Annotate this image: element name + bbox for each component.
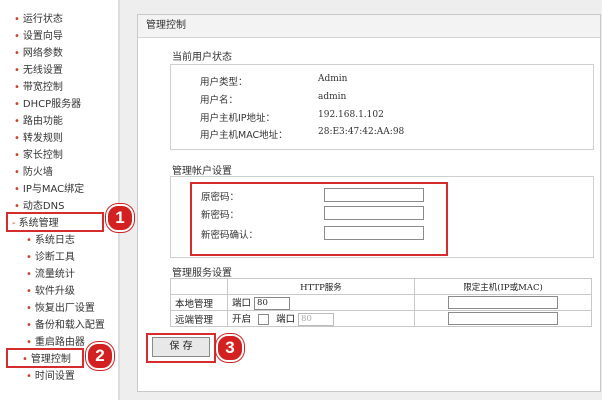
sidebar-item-label: 带宽控制 xyxy=(22,82,63,93)
remote-host-input[interactable] xyxy=(448,312,558,325)
sidebar-item-label: 路由功能 xyxy=(22,116,63,127)
sidebar-item-forwarding[interactable]: • 转发规则 xyxy=(14,131,63,147)
remote-http-cell: 开启 端口 80 xyxy=(227,310,415,327)
sidebar-item-network[interactable]: • 网络参数 xyxy=(14,46,63,62)
step-3-badge: 3 xyxy=(216,334,244,362)
bullet-icon: • xyxy=(14,133,20,144)
bullet-icon: • xyxy=(14,31,20,42)
bullet-icon: • xyxy=(14,116,20,127)
remote-port-input[interactable]: 80 xyxy=(298,313,335,326)
sidebar-item-label: 软件升级 xyxy=(34,286,75,297)
sidebar-subitem-time-settings[interactable]: • 时间设置 xyxy=(26,369,75,385)
user-status-title: 当前用户状态 xyxy=(172,52,232,63)
panel-title: 管理控制 xyxy=(138,15,600,38)
highlight-save-button xyxy=(146,333,216,363)
sidebar-item-dhcp[interactable]: • DHCP服务器 xyxy=(14,97,81,113)
sidebar-item-label: 设置向导 xyxy=(22,31,63,42)
bullet-icon: • xyxy=(26,286,32,297)
sidebar-item-routing[interactable]: • 路由功能 xyxy=(14,114,63,130)
sidebar-subitem-factory-reset[interactable]: • 恢复出厂设置 xyxy=(26,301,95,317)
bullet-icon: • xyxy=(26,320,32,331)
sidebar-subitem-diagnostics[interactable]: • 诊断工具 xyxy=(26,250,75,266)
bullet-icon: • xyxy=(14,14,20,25)
bullet-icon: • xyxy=(14,201,20,212)
bullet-icon: • xyxy=(26,303,32,314)
account-settings-title: 管理帐户设置 xyxy=(172,166,232,177)
table-header-restricted-host: 限定主机(IP或MAC) xyxy=(414,278,592,295)
remote-port-label: 端口 xyxy=(276,314,296,325)
user-mac-label: 用户主机MAC地址： xyxy=(200,130,288,141)
sidebar-item-parental[interactable]: • 家长控制 xyxy=(14,148,63,164)
sidebar-item-label: 动态DNS xyxy=(22,201,65,212)
remote-host-cell xyxy=(414,310,592,327)
service-settings-table: HTTP服务 限定主机(IP或MAC) 本地管理 端口 80 远端管理 开启 端… xyxy=(170,278,592,327)
bullet-icon: • xyxy=(26,371,32,382)
remote-enable-checkbox[interactable] xyxy=(258,314,270,325)
remote-management-label: 远端管理 xyxy=(170,310,228,327)
sidebar-item-label: 诊断工具 xyxy=(34,252,75,263)
sidebar-item-label: DHCP服务器 xyxy=(22,99,82,110)
user-mac-value: 28:E3:47:42:AA:98 xyxy=(318,127,405,137)
local-http-cell: 端口 80 xyxy=(227,294,415,311)
bullet-icon: • xyxy=(14,167,20,178)
user-ip-label: 用户主机IP地址： xyxy=(200,113,276,124)
sidebar-item-label: 时间设置 xyxy=(34,371,75,382)
sidebar-item-label: 防火墙 xyxy=(22,167,53,178)
service-settings-title: 管理服务设置 xyxy=(172,268,232,279)
sidebar-item-label: 运行状态 xyxy=(22,14,63,25)
user-ip-value: 192.168.1.102 xyxy=(318,110,384,120)
user-type-value: Admin xyxy=(318,74,348,84)
highlight-system-tools xyxy=(6,212,104,232)
step-1-badge: 1 xyxy=(106,204,134,232)
table-header-cell-empty xyxy=(170,278,228,295)
sidebar-item-ip-mac-binding[interactable]: • IP与MAC绑定 xyxy=(14,182,84,198)
highlight-management-control xyxy=(6,348,84,368)
sidebar-item-label: 转发规则 xyxy=(22,133,63,144)
sidebar-item-label: 无线设置 xyxy=(22,65,63,76)
local-port-label: 端口 xyxy=(232,298,252,309)
sidebar-item-label: 系统日志 xyxy=(34,235,75,246)
sidebar-item-bandwidth[interactable]: • 带宽控制 xyxy=(14,80,63,96)
bullet-icon: • xyxy=(26,337,32,348)
local-host-input[interactable] xyxy=(448,296,558,309)
user-name-label: 用户名： xyxy=(200,95,239,106)
bullet-icon: • xyxy=(26,235,32,246)
sidebar-subitem-system-log[interactable]: • 系统日志 xyxy=(26,233,75,249)
sidebar-item-label: 备份和载入配置 xyxy=(34,320,105,331)
table-row: 远端管理 开启 端口 80 xyxy=(170,310,592,327)
highlight-password-box xyxy=(190,182,448,256)
sidebar-item-label: IP与MAC绑定 xyxy=(22,184,85,195)
table-header-http: HTTP服务 xyxy=(227,278,415,295)
remote-enable-label: 开启 xyxy=(232,314,252,325)
sidebar-item-label: 恢复出厂设置 xyxy=(34,303,95,314)
sidebar-item-firewall[interactable]: • 防火墙 xyxy=(14,165,53,181)
sidebar-item-label: 网络参数 xyxy=(22,48,63,59)
table-row: 本地管理 端口 80 xyxy=(170,294,592,311)
bullet-icon: • xyxy=(14,184,20,195)
bullet-icon: • xyxy=(14,65,20,76)
sidebar-item-wireless[interactable]: • 无线设置 xyxy=(14,63,63,79)
local-host-cell xyxy=(414,294,592,311)
step-2-badge: 2 xyxy=(86,342,114,370)
sidebar-item-setup-wizard[interactable]: • 设置向导 xyxy=(14,29,63,45)
user-type-label: 用户类型： xyxy=(200,77,248,88)
sidebar-subitem-traffic-stats[interactable]: • 流量统计 xyxy=(26,267,75,283)
sidebar-item-label: 家长控制 xyxy=(22,150,63,161)
table-header-row: HTTP服务 限定主机(IP或MAC) xyxy=(170,278,592,295)
sidebar-item-status[interactable]: • 运行状态 xyxy=(14,12,63,28)
sidebar-item-label: 重启路由器 xyxy=(34,337,85,348)
user-name-value: admin xyxy=(318,92,347,102)
bullet-icon: • xyxy=(14,82,20,93)
sidebar-subitem-firmware-upgrade[interactable]: • 软件升级 xyxy=(26,284,75,300)
bullet-icon: • xyxy=(14,48,20,59)
bullet-icon: • xyxy=(14,150,20,161)
bullet-icon: • xyxy=(14,99,20,110)
bullet-icon: • xyxy=(26,269,32,280)
bullet-icon: • xyxy=(26,252,32,263)
local-port-input[interactable]: 80 xyxy=(254,297,291,310)
local-management-label: 本地管理 xyxy=(170,294,228,311)
sidebar-menu: • 运行状态 • 设置向导 • 网络参数 • 无线设置 • 带宽控制 • DHCP服务器 •… xyxy=(0,0,118,400)
sidebar-item-label: 流量统计 xyxy=(34,269,75,280)
sidebar-subitem-backup-restore[interactable]: • 备份和载入配置 xyxy=(26,318,105,334)
